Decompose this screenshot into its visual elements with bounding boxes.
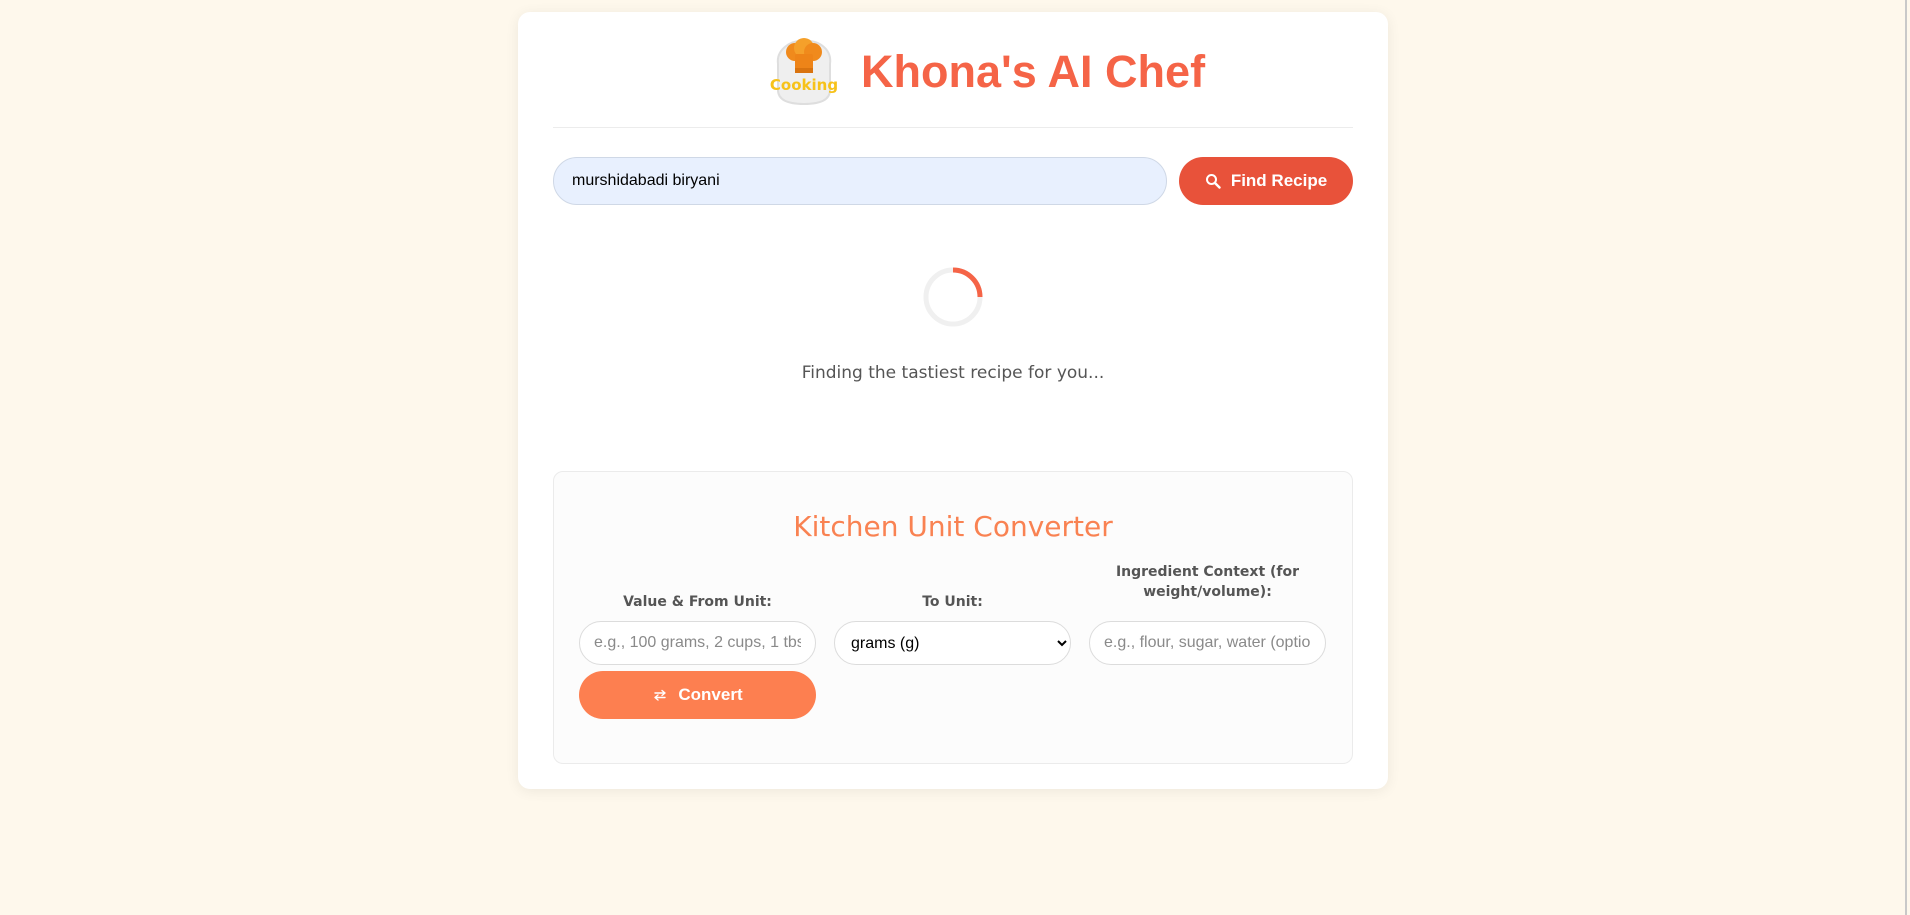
- swap-arrows-icon: [654, 689, 667, 701]
- loading-message: Finding the tastiest recipe for you...: [801, 363, 1105, 383]
- from-unit-input[interactable]: [579, 621, 816, 665]
- from-unit-label: Value & From Unit:: [623, 594, 772, 610]
- unit-converter-panel: Kitchen Unit Converter Value & From Unit…: [553, 471, 1353, 764]
- ingredient-context-label: Ingredient Context (for weight/volume):: [1115, 564, 1300, 600]
- main-card: Cooking Khona's AI Chef Find Recipe Find…: [518, 12, 1388, 789]
- to-unit-select[interactable]: grams (g): [834, 621, 1071, 665]
- search-icon: [1205, 174, 1221, 189]
- chef-hat-logo-icon: Cooking: [770, 38, 838, 106]
- converter-title: Kitchen Unit Converter: [793, 510, 1113, 543]
- to-unit-label: To Unit:: [922, 594, 983, 610]
- ingredient-context-input[interactable]: [1089, 621, 1326, 665]
- svg-text:Cooking: Cooking: [770, 76, 838, 94]
- app-header: Cooking Khona's AI Chef: [553, 12, 1353, 128]
- find-recipe-label: Find Recipe: [1230, 171, 1328, 190]
- convert-button[interactable]: Convert: [579, 671, 816, 719]
- find-recipe-button[interactable]: Find Recipe: [1179, 157, 1353, 205]
- convert-label: Convert: [678, 685, 743, 704]
- recipe-search-input[interactable]: [553, 157, 1167, 205]
- loading-spinner-icon: [923, 267, 983, 327]
- window-edge: [1905, 0, 1907, 915]
- app-title: Khona's AI Chef: [861, 46, 1206, 97]
